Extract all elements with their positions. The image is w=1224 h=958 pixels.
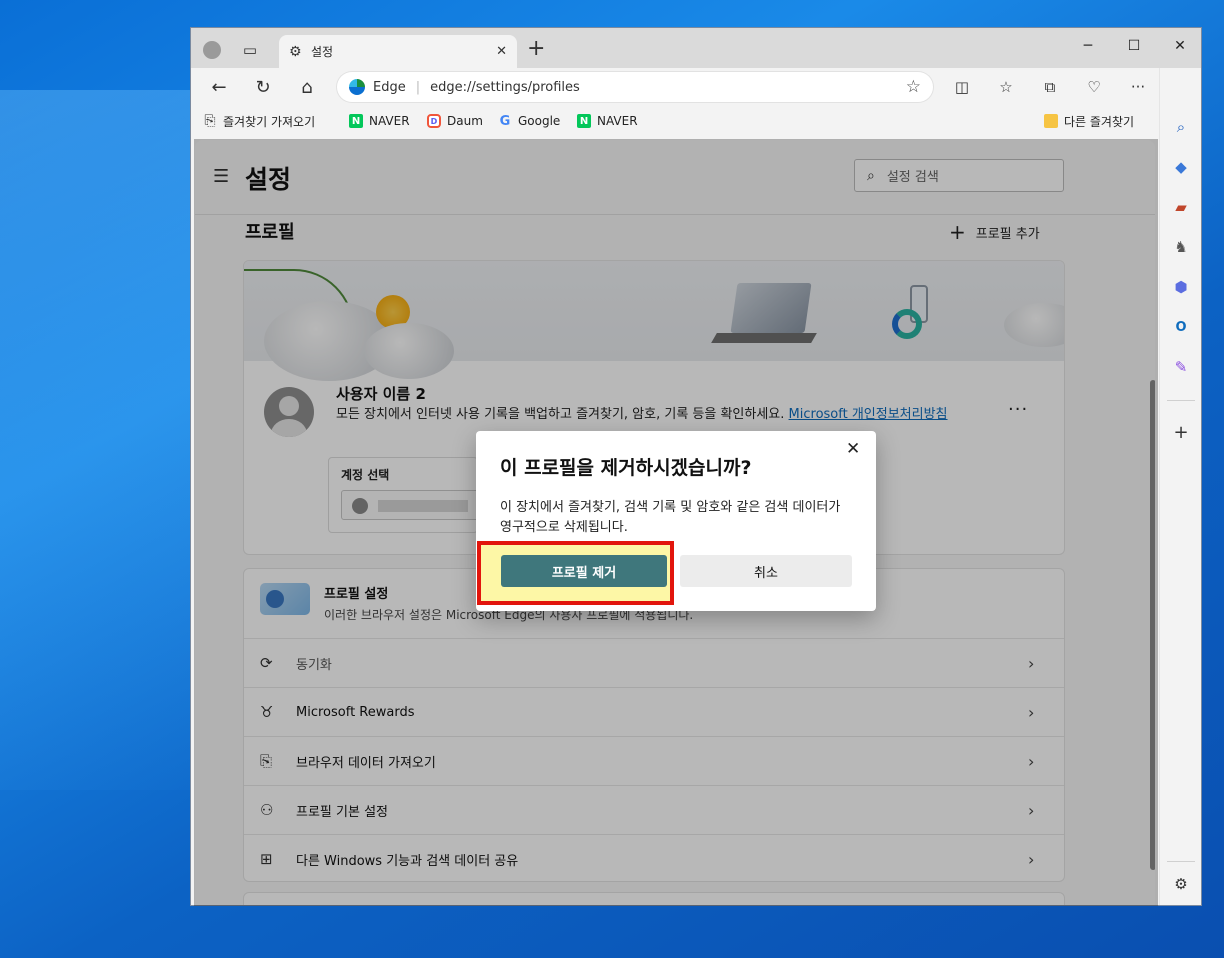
favorite-google[interactable]: G Google — [498, 113, 561, 129]
outlook-icon[interactable]: O — [1168, 314, 1194, 340]
other-favorites-folder[interactable]: 다른 즐겨찾기 — [1044, 113, 1134, 129]
edge-sidebar: ⌕ ◆ ▰ ♞ ⬢ O ✎ + ⚙ — [1159, 68, 1201, 905]
profile-icon[interactable] — [197, 35, 227, 65]
gear-icon: ⚙ — [289, 43, 302, 60]
add-sidebar-app-icon[interactable]: + — [1168, 419, 1194, 445]
tab-title: 설정 — [311, 45, 334, 59]
tab-actions-icon[interactable]: ▭ — [235, 35, 265, 65]
split-screen-icon[interactable]: ◫ — [947, 74, 977, 100]
favorites-icon[interactable]: ☆ — [991, 74, 1021, 100]
favorite-naver-2[interactable]: N NAVER — [577, 113, 638, 129]
desktop-background — [0, 90, 200, 790]
favorite-naver-1[interactable]: N NAVER — [349, 113, 410, 129]
games-chess-icon[interactable]: ♞ — [1168, 234, 1194, 260]
remove-profile-button[interactable]: 프로필 제거 — [501, 555, 667, 587]
home-icon[interactable]: ⌂ — [292, 74, 322, 100]
close-icon[interactable]: ✕ — [846, 439, 860, 459]
sidebar-divider — [1167, 861, 1195, 862]
favorite-label: Daum — [447, 114, 483, 128]
back-arrow-icon[interactable]: ← — [204, 74, 234, 100]
edge-logo-icon — [349, 79, 365, 95]
tab-strip: ▭ ⚙ 설정 ✕ + ─ ☐ ✕ — [191, 28, 1201, 68]
other-favorites-label: 다른 즐겨찾기 — [1064, 114, 1135, 129]
refresh-icon[interactable]: ↻ — [248, 74, 278, 100]
google-icon: G — [499, 113, 511, 129]
folder-icon — [1044, 114, 1058, 128]
more-menu-icon[interactable]: ··· — [1123, 74, 1153, 100]
import-favorites-link[interactable]: ⎘ 즐겨찾기 가져오기 — [203, 113, 315, 129]
maximize-button[interactable]: ☐ — [1111, 32, 1157, 60]
shopping-tag-icon[interactable]: ◆ — [1168, 154, 1194, 180]
import-favorites-label: 즐겨찾기 가져오기 — [223, 114, 316, 129]
daum-icon: D — [427, 114, 441, 128]
favorite-daum[interactable]: D Daum — [427, 113, 483, 129]
microsoft365-icon[interactable]: ⬢ — [1168, 274, 1194, 300]
address-brand: Edge — [373, 79, 406, 95]
close-tab-icon[interactable]: ✕ — [496, 44, 507, 59]
designer-icon[interactable]: ✎ — [1168, 354, 1194, 380]
naver-icon: N — [349, 114, 363, 128]
new-tab-icon[interactable]: + — [527, 36, 545, 61]
search-icon[interactable]: ⌕ — [1168, 114, 1194, 140]
favorites-bar: ⎘ 즐겨찾기 가져오기 N NAVER D Daum G Google N NA… — [191, 106, 1201, 136]
close-window-button[interactable]: ✕ — [1157, 32, 1201, 60]
collections-icon[interactable]: ⧉ — [1035, 74, 1065, 100]
browser-essentials-icon[interactable]: ♡ — [1079, 74, 1109, 100]
cancel-button[interactable]: 취소 — [680, 555, 852, 587]
favorite-star-icon[interactable]: ☆ — [906, 77, 921, 97]
sidebar-divider — [1167, 400, 1195, 401]
dialog-title: 이 프로필을 제거하시겠습니까? — [500, 457, 752, 479]
tab-settings[interactable]: ⚙ 설정 ✕ — [279, 35, 517, 68]
favorite-label: NAVER — [597, 114, 638, 128]
address-toolbar: ← ↻ ⌂ Edge | edge://settings/profiles ☆ … — [191, 68, 1201, 106]
import-favorites-icon: ⎘ — [204, 113, 216, 129]
tools-briefcase-icon[interactable]: ▰ — [1168, 194, 1194, 220]
sidebar-settings-gear-icon[interactable]: ⚙ — [1168, 871, 1194, 897]
address-separator: | — [415, 79, 421, 95]
favorite-label: NAVER — [369, 114, 410, 128]
naver-icon: N — [577, 114, 591, 128]
address-bar[interactable]: Edge | edge://settings/profiles ☆ — [337, 72, 933, 102]
favorite-label: Google — [518, 114, 561, 128]
minimize-button[interactable]: ─ — [1065, 32, 1111, 60]
address-url[interactable]: edge://settings/profiles — [430, 80, 906, 95]
dialog-message: 이 장치에서 즐겨찾기, 검색 기록 및 암호와 같은 검색 데이터가 영구적으… — [500, 500, 841, 535]
